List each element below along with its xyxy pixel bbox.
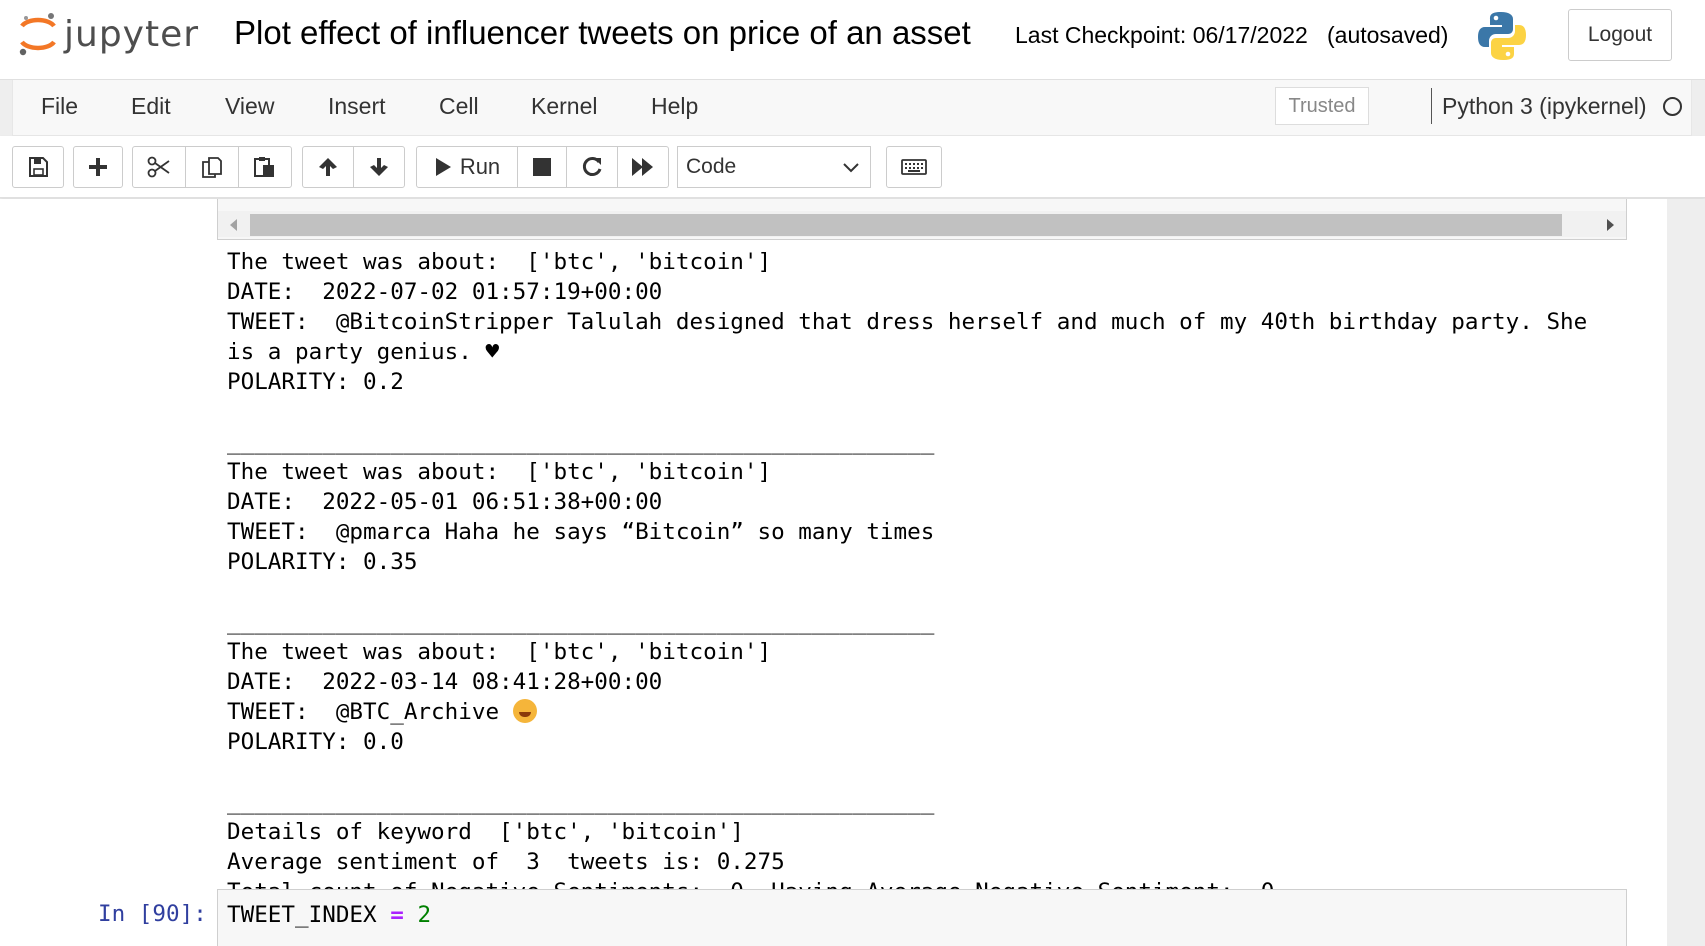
output-line: ________________________________________…	[227, 789, 935, 815]
jupyter-logo-text: jupyter	[64, 13, 200, 55]
command-palette-button[interactable]	[886, 146, 942, 188]
code-line: TWEET_INDEX = 2	[227, 902, 431, 928]
scrollbar-thumb[interactable]	[250, 214, 1562, 236]
keyboard-icon	[901, 159, 927, 175]
laughing-emoji-icon	[512, 699, 537, 723]
cut-icon	[147, 156, 170, 178]
output-line: Details of keyword ['btc', 'bitcoin']	[227, 819, 744, 845]
insert-cell-button[interactable]	[73, 146, 123, 188]
play-icon	[435, 158, 451, 176]
output-line: DATE: 2022-03-14 08:41:28+00:00	[227, 669, 663, 695]
output-line: The tweet was about: ['btc', 'bitcoin']	[227, 639, 772, 665]
cut-button[interactable]	[132, 146, 186, 188]
previous-cell-input[interactable]	[217, 199, 1627, 240]
restart-run-all-button[interactable]	[617, 146, 669, 188]
python-logo-icon	[1478, 12, 1526, 60]
restart-icon	[582, 157, 602, 176]
menu-file[interactable]: File	[41, 93, 78, 120]
paste-icon	[254, 157, 274, 177]
menu-view[interactable]: View	[225, 93, 274, 120]
output-line: The tweet was about: ['btc', 'bitcoin']	[227, 459, 772, 485]
run-button[interactable]: Run	[416, 146, 518, 188]
trusted-indicator[interactable]: Trusted	[1275, 87, 1369, 125]
checkpoint-status: Last Checkpoint: 06/17/2022	[1015, 22, 1308, 48]
move-up-button[interactable]	[302, 146, 354, 188]
code-operator: =	[390, 902, 404, 928]
output-line: POLARITY: 0.2	[227, 369, 404, 395]
output-line: ________________________________________…	[227, 609, 935, 635]
menubar: File Edit View Insert Cell Kernel Help T…	[12, 80, 1692, 136]
code-variable: TWEET_INDEX	[227, 902, 377, 928]
page-scrollbar-track[interactable]	[1667, 199, 1705, 946]
menu-kernel[interactable]: Kernel	[531, 93, 597, 120]
interrupt-button[interactable]	[517, 146, 567, 188]
restart-button[interactable]	[566, 146, 618, 188]
output-line: TWEET: @BTC_Archive	[227, 697, 1587, 727]
move-down-button[interactable]	[353, 146, 405, 188]
kernel-idle-indicator-icon	[1663, 97, 1682, 116]
menu-edit[interactable]: Edit	[131, 93, 171, 120]
output-line: DATE: 2022-07-02 01:57:19+00:00	[227, 279, 663, 305]
kernel-separator	[1431, 88, 1432, 124]
output-line: ________________________________________…	[227, 429, 935, 455]
scroll-left-icon[interactable]	[230, 219, 237, 231]
output-line: TWEET: @BitcoinStripper Talulah designed…	[227, 309, 1588, 335]
logout-button[interactable]: Logout	[1568, 9, 1672, 61]
paste-button[interactable]	[238, 146, 292, 188]
output-line: POLARITY: 0.35	[227, 549, 418, 575]
arrow-up-icon	[319, 158, 337, 176]
save-button[interactable]	[12, 146, 64, 188]
kernel-name[interactable]: Python 3 (ipykernel)	[1442, 93, 1647, 120]
input-prompt: In [90]:	[98, 901, 207, 927]
code-cell[interactable]: In [90]: TWEET_INDEX = 2	[0, 889, 1667, 946]
autosave-status: (autosaved)	[1327, 22, 1449, 48]
run-label: Run	[459, 154, 501, 179]
toolbar: Run Code	[0, 136, 1705, 198]
arrow-down-icon	[370, 158, 388, 176]
output-line: Average sentiment of 3 tweets is: 0.275	[227, 849, 785, 875]
notebook-panel: The tweet was about: ['btc', 'bitcoin'] D…	[0, 199, 1667, 946]
save-icon	[29, 157, 48, 177]
output-line: The tweet was about: ['btc', 'bitcoin']	[227, 249, 772, 275]
code-number: 2	[417, 902, 432, 928]
jupyter-logo[interactable]: jupyter	[18, 12, 199, 56]
output-line: POLARITY: 0.0	[227, 729, 404, 755]
notebook-title[interactable]: Plot effect of influencer tweets on pric…	[234, 14, 994, 52]
header: jupyter Plot effect of influencer tweets…	[0, 0, 1705, 80]
menu-cell[interactable]: Cell	[439, 93, 479, 120]
copy-button[interactable]	[185, 146, 239, 188]
output-line: is a party genius. ♥	[227, 339, 500, 365]
chevron-down-icon	[843, 163, 859, 173]
cell-type-select[interactable]: Code	[677, 146, 871, 188]
code-input[interactable]: TWEET_INDEX = 2	[217, 889, 1627, 946]
cell-output: The tweet was about: ['btc', 'bitcoin'] D…	[227, 247, 1587, 937]
menu-insert[interactable]: Insert	[328, 93, 386, 120]
output-line: DATE: 2022-05-01 06:51:38+00:00	[227, 489, 663, 515]
fast-forward-icon	[632, 158, 653, 176]
copy-icon	[202, 157, 222, 178]
jupyter-logo-icon	[19, 13, 56, 56]
menu-help[interactable]: Help	[651, 93, 698, 120]
plus-icon	[89, 158, 107, 176]
stop-icon	[533, 158, 551, 176]
horizontal-scrollbar[interactable]	[218, 211, 1626, 237]
cell-type-value: Code	[686, 155, 737, 178]
scroll-right-icon[interactable]	[1607, 219, 1614, 231]
output-line: TWEET: @pmarca Haha he says “Bitcoin” so…	[227, 519, 935, 545]
